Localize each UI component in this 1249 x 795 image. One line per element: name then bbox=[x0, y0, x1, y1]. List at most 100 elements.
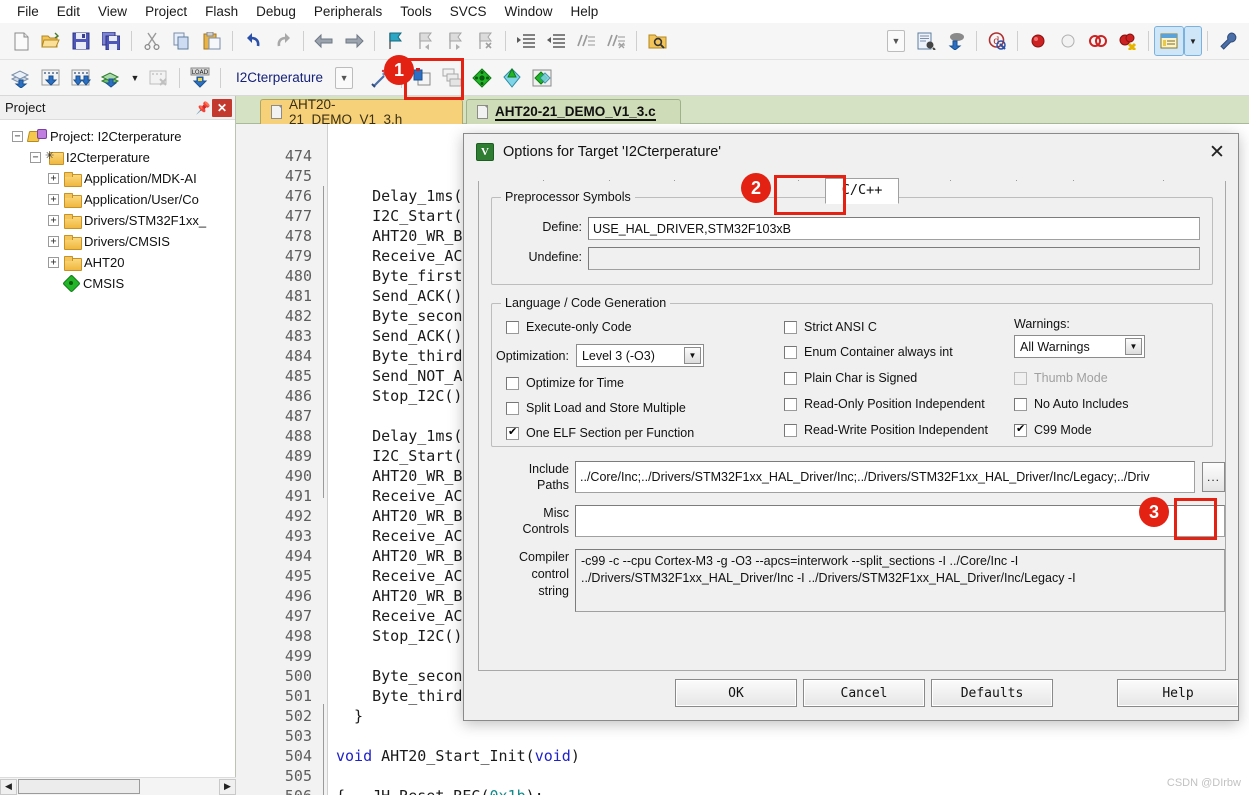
breakpoint-disable-icon[interactable] bbox=[1054, 27, 1082, 55]
checkbox-box[interactable] bbox=[506, 320, 519, 334]
checkbox-box[interactable] bbox=[784, 320, 797, 334]
download-icon[interactable] bbox=[942, 27, 970, 55]
new-file-icon[interactable] bbox=[7, 27, 35, 55]
tree-item-target[interactable]: − I2Cterperature bbox=[6, 147, 235, 168]
batch-build-icon[interactable] bbox=[97, 64, 125, 92]
checkbox-enum-container-always-int[interactable]: Enum Container always int bbox=[784, 345, 953, 359]
rebuild-icon[interactable] bbox=[67, 64, 95, 92]
checkbox-read-only-position-independent[interactable]: Read-Only Position Independent bbox=[784, 397, 985, 411]
compiler-control-string-textarea[interactable]: -c99 -c --cpu Cortex-M3 -g -O3 --apcs=in… bbox=[575, 549, 1225, 612]
breakpoint-kill-all-icon[interactable] bbox=[1114, 27, 1142, 55]
indent-icon[interactable] bbox=[512, 27, 540, 55]
dialog-title-bar[interactable]: V Options for Target 'I2Cterperature' ✕ bbox=[464, 134, 1238, 170]
optimization-select[interactable]: Level 3 (-O3) ▼ bbox=[575, 344, 704, 367]
menu-item-edit[interactable]: Edit bbox=[48, 2, 89, 21]
customize-tools-icon[interactable] bbox=[1214, 27, 1242, 55]
window-manager-arrow-icon[interactable]: ▼ bbox=[1184, 26, 1202, 56]
outdent-icon[interactable] bbox=[542, 27, 570, 55]
defaults-button[interactable]: Defaults bbox=[931, 679, 1053, 707]
menu-item-project[interactable]: Project bbox=[136, 2, 196, 21]
save-all-icon[interactable] bbox=[97, 27, 125, 55]
checkbox-box[interactable] bbox=[1014, 422, 1027, 437]
menu-item-tools[interactable]: Tools bbox=[391, 2, 441, 21]
checkbox-no-auto-includes[interactable]: No Auto Includes bbox=[1014, 397, 1129, 411]
include-paths-input[interactable]: ../Core/Inc;../Drivers/STM32F1xx_HAL_Dri… bbox=[575, 461, 1195, 493]
navigate-back-icon[interactable] bbox=[310, 27, 338, 55]
menu-item-peripherals[interactable]: Peripherals bbox=[305, 2, 391, 21]
tree-item-application-user[interactable]: + Application/User/Co bbox=[6, 189, 235, 210]
checkbox-box[interactable] bbox=[784, 345, 797, 359]
tree-item-drivers-cmsis[interactable]: + Drivers/CMSIS bbox=[6, 231, 235, 252]
pin-icon[interactable]: 📌 bbox=[194, 99, 212, 117]
checkbox-box[interactable] bbox=[506, 425, 519, 440]
checkbox-execute-only-code[interactable]: Execute-only Code bbox=[506, 320, 632, 334]
paste-icon[interactable] bbox=[198, 27, 226, 55]
checkbox-split-load-store[interactable]: Split Load and Store Multiple bbox=[506, 401, 686, 415]
bookmark-prev-icon[interactable] bbox=[411, 27, 439, 55]
tree-expander[interactable]: + bbox=[48, 173, 59, 184]
include-paths-browse-button[interactable]: ... bbox=[1202, 462, 1225, 492]
translate-icon[interactable] bbox=[7, 64, 35, 92]
download-load-icon[interactable]: LOAD bbox=[186, 64, 214, 92]
checkbox-box[interactable] bbox=[1014, 397, 1027, 411]
comment-icon[interactable] bbox=[572, 27, 600, 55]
menu-item-file[interactable]: File bbox=[8, 2, 48, 21]
ok-button[interactable]: OK bbox=[675, 679, 797, 707]
menu-item-help[interactable]: Help bbox=[562, 2, 608, 21]
close-icon[interactable]: ✕ bbox=[1202, 138, 1232, 166]
checkbox-one-elf-section[interactable]: One ELF Section per Function bbox=[506, 425, 694, 440]
start-debug-icon[interactable]: d bbox=[983, 27, 1011, 55]
menu-item-debug[interactable]: Debug bbox=[247, 2, 305, 21]
open-file-icon[interactable] bbox=[37, 27, 65, 55]
bookmark-clear-icon[interactable] bbox=[471, 27, 499, 55]
tree-expander[interactable]: − bbox=[30, 152, 41, 163]
copy-icon[interactable] bbox=[168, 27, 196, 55]
tree-expander[interactable]: − bbox=[12, 131, 23, 142]
pack-manager-icon[interactable] bbox=[528, 64, 556, 92]
checkbox-box[interactable] bbox=[506, 401, 519, 415]
uncomment-icon[interactable] bbox=[602, 27, 630, 55]
tree-expander[interactable]: + bbox=[48, 257, 59, 268]
packs-green-icon[interactable] bbox=[468, 64, 496, 92]
checkbox-plain-char-is-signed[interactable]: Plain Char is Signed bbox=[784, 371, 917, 385]
breakpoint-disable-all-icon[interactable] bbox=[1084, 27, 1112, 55]
checkbox-strict-ansi-c[interactable]: Strict ANSI C bbox=[784, 320, 877, 334]
define-input[interactable]: USE_HAL_DRIVER,STM32F103xB bbox=[588, 217, 1200, 240]
breakpoint-insert-icon[interactable] bbox=[1024, 27, 1052, 55]
bookmark-next-icon[interactable] bbox=[441, 27, 469, 55]
menu-item-view[interactable]: View bbox=[89, 2, 136, 21]
batch-build-arrow-icon[interactable]: ▼ bbox=[127, 64, 143, 92]
build-icon[interactable] bbox=[37, 64, 65, 92]
tree-expander[interactable]: + bbox=[48, 215, 59, 226]
tree-item-application-mdk[interactable]: + Application/MDK-AI bbox=[6, 168, 235, 189]
help-button[interactable]: Help bbox=[1117, 679, 1239, 707]
chevron-down-icon[interactable]: ▼ bbox=[683, 347, 701, 364]
checkbox-box[interactable] bbox=[784, 371, 797, 385]
undefine-input[interactable] bbox=[588, 247, 1200, 270]
tree-item-aht20[interactable]: + AHT20 bbox=[6, 252, 235, 273]
configure-target-icon[interactable] bbox=[912, 27, 940, 55]
packs-installer-icon[interactable] bbox=[498, 64, 526, 92]
tree-item-project-root[interactable]: − Project: I2Cterperature bbox=[6, 126, 235, 147]
misc-controls-input[interactable] bbox=[575, 505, 1225, 537]
navigate-forward-icon[interactable] bbox=[340, 27, 368, 55]
warnings-select[interactable]: All Warnings ▼ bbox=[1014, 335, 1145, 358]
scroll-right-arrow-icon[interactable]: ▶ bbox=[219, 778, 236, 795]
active-target-name[interactable]: I2Cterperature bbox=[236, 70, 323, 85]
checkbox-c99-mode[interactable]: C99 Mode bbox=[1014, 422, 1092, 437]
undo-icon[interactable] bbox=[239, 27, 267, 55]
menu-item-window[interactable]: Window bbox=[495, 2, 561, 21]
scrollbar-thumb[interactable] bbox=[18, 779, 140, 794]
target-dropdown-arrow-icon[interactable]: ▼ bbox=[330, 64, 358, 92]
tree-expander[interactable]: + bbox=[48, 236, 59, 247]
dropdown-arrow-icon[interactable]: ▼ bbox=[882, 27, 910, 55]
scroll-left-arrow-icon[interactable]: ◀ bbox=[0, 778, 17, 795]
cut-icon[interactable] bbox=[138, 27, 166, 55]
checkbox-optimize-for-time[interactable]: Optimize for Time bbox=[506, 376, 624, 390]
close-icon[interactable]: ✕ bbox=[212, 98, 232, 117]
editor-tab-header[interactable]: AHT20-21_DEMO_V1_3.h bbox=[260, 97, 463, 127]
tree-expander[interactable]: + bbox=[48, 194, 59, 205]
redo-icon[interactable] bbox=[269, 27, 297, 55]
checkbox-box[interactable] bbox=[784, 423, 797, 437]
checkbox-box[interactable] bbox=[784, 397, 797, 411]
